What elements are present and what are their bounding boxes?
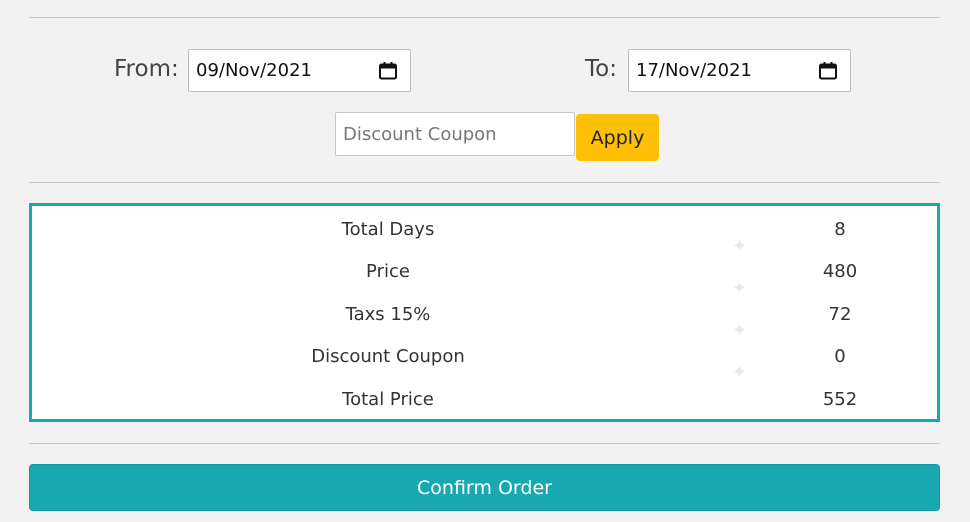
summary-row-taxes: Taxs 15% 72	[32, 300, 937, 330]
divider-bottom	[29, 443, 940, 444]
calendar-icon[interactable]	[378, 61, 398, 81]
confirm-order-button[interactable]: Confirm Order	[29, 464, 940, 511]
apply-button[interactable]: Apply	[576, 114, 659, 161]
summary-value: 480	[822, 261, 858, 282]
to-date-value: 17/Nov/2021	[636, 60, 752, 81]
summary-label: Price	[366, 261, 410, 282]
summary-value: 0	[834, 346, 846, 367]
summary-label: Total Days	[341, 219, 435, 240]
discount-coupon-input[interactable]	[335, 112, 575, 156]
summary-row-total-price: Total Price 552	[32, 385, 937, 415]
summary-label: Taxs 15%	[345, 304, 431, 325]
calendar-icon[interactable]	[818, 61, 838, 81]
summary-value: 552	[822, 389, 858, 410]
from-date-input[interactable]: 09/Nov/2021	[188, 49, 411, 92]
to-date-input[interactable]: 17/Nov/2021	[628, 49, 851, 92]
summary-value: 8	[834, 219, 846, 240]
divider-middle	[29, 182, 940, 183]
summary-row-price: Price 480	[32, 257, 937, 287]
summary-label: Total Price	[342, 389, 434, 410]
order-summary: ✦ ✦ ✦ ✦ Total Days 8 Price 480 Taxs 15% …	[29, 203, 940, 422]
summary-label: Discount Coupon	[311, 346, 465, 367]
from-label: From:	[114, 56, 179, 82]
to-label: To:	[585, 56, 617, 82]
divider-top	[29, 17, 940, 18]
summary-row-discount: Discount Coupon 0	[32, 342, 937, 372]
summary-row-total-days: Total Days 8	[32, 215, 937, 245]
from-date-value: 09/Nov/2021	[196, 60, 312, 81]
summary-value: 72	[828, 304, 852, 325]
